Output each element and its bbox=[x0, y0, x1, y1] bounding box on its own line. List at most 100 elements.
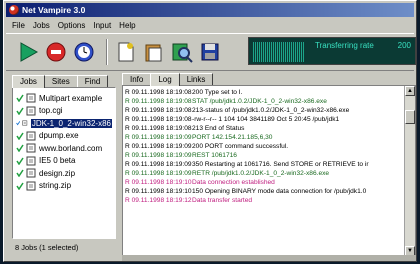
log-panel: R 09.11.1998 18:19:08 200 Type set to I. R… bbox=[122, 85, 416, 257]
save-icon bbox=[201, 43, 219, 61]
log-scrollbar[interactable]: ▲ ▼ bbox=[404, 86, 415, 256]
list-item[interactable]: string.zip bbox=[16, 180, 112, 193]
log-entry: R 09.11.1998 18:19:09 PORT 142.154.21.185… bbox=[125, 133, 403, 142]
tab-log[interactable]: Log bbox=[150, 73, 180, 86]
toolbar-separator bbox=[106, 39, 108, 65]
log-message: 150 Opening BINARY mode data connection … bbox=[192, 188, 367, 195]
log-entry: R 09.11.1998 18:19:09 200 PORT command su… bbox=[125, 142, 403, 151]
right-tab-strip: Info Log Links bbox=[122, 73, 214, 86]
log-entry: R 09.11.1998 18:19:10 150 Opening BINARY … bbox=[125, 187, 403, 196]
new-job-button[interactable] bbox=[114, 39, 138, 65]
paste-url-button[interactable] bbox=[142, 39, 166, 65]
file-icon bbox=[26, 106, 36, 116]
job-label: design.zip bbox=[39, 168, 76, 178]
menu-file[interactable]: File bbox=[12, 21, 25, 30]
status-check-icon bbox=[16, 107, 24, 115]
job-label: Multipart example bbox=[39, 93, 103, 103]
log-timestamp: R 09.11.1998 18:19:08 bbox=[125, 89, 192, 96]
log-entry: R 09.11.1998 18:19:09 RETR /pub/jdk1.0.2/… bbox=[125, 169, 403, 178]
log-message: STAT /pub/jdk1.0.2/JDK-1_0_2-win32-x86.e… bbox=[192, 98, 327, 105]
search-icon bbox=[172, 43, 193, 63]
paste-icon bbox=[145, 44, 162, 62]
log-message: PORT 142.154.21.185,6,30 bbox=[192, 134, 273, 141]
horizontal-scrollbar[interactable] bbox=[122, 255, 416, 261]
log-timestamp: R 09.11.1998 18:19:08 bbox=[125, 107, 192, 114]
log-timestamp: R 09.11.1998 18:19:08 bbox=[125, 125, 192, 132]
log-message: 213-status of /pub/jdk1.0.2/JDK-1_0_2-wi… bbox=[192, 107, 350, 114]
log-message: 213 End of Status bbox=[192, 125, 245, 132]
status-check-icon bbox=[16, 182, 24, 190]
status-check-icon bbox=[16, 121, 21, 126]
tab-sites[interactable]: Sites bbox=[43, 75, 78, 87]
file-icon bbox=[26, 143, 36, 153]
list-item[interactable]: Multipart example bbox=[16, 92, 112, 105]
log-entry: R 09.11.1998 18:19:08 -rw-r--r-- 1 104 10… bbox=[125, 115, 403, 124]
meter-label: Transferring rate bbox=[315, 41, 374, 50]
job-label: top.cgi bbox=[39, 106, 63, 116]
log-timestamp: R 09.11.1998 18:19:08 bbox=[125, 98, 192, 105]
status-check-icon bbox=[16, 157, 24, 165]
tab-find[interactable]: Find bbox=[76, 75, 109, 87]
log-timestamp: R 09.11.1998 18:19:09 bbox=[125, 143, 192, 150]
log-entry: R 09.11.1998 18:19:08 200 Type set to I. bbox=[125, 88, 403, 97]
log-message: 200 PORT command successful. bbox=[192, 143, 289, 150]
log-message: Data transfer started bbox=[192, 197, 253, 204]
app-window: Net Vampire 3.0 File Jobs Options Input … bbox=[3, 0, 417, 262]
tab-jobs[interactable]: Jobs bbox=[12, 75, 45, 88]
menu-bar: File Jobs Options Input Help bbox=[6, 19, 414, 31]
status-check-icon bbox=[16, 132, 24, 140]
log-entry: R 09.11.1998 18:19:12 Data transfer start… bbox=[125, 196, 403, 205]
start-button[interactable] bbox=[16, 39, 40, 65]
log-message: 350 Restarting at 1061716. Send STORE or… bbox=[192, 161, 369, 168]
job-label: string.zip bbox=[39, 181, 72, 191]
file-icon bbox=[22, 120, 28, 126]
list-item[interactable]: design.zip bbox=[16, 167, 112, 180]
log-timestamp: R 09.11.1998 18:19:10 bbox=[125, 179, 192, 186]
job-label: JDK-1_0_2-win32-x86 bbox=[30, 118, 112, 128]
log-message: REST 1061716 bbox=[192, 152, 237, 159]
meter-value: 200 bbox=[397, 41, 411, 50]
log-message: -rw-r--r-- 1 104 104 3841189 Oct 5 20:45… bbox=[192, 116, 340, 123]
file-icon bbox=[26, 181, 36, 191]
log-timestamp: R 09.11.1998 18:19:09 bbox=[125, 170, 192, 177]
menu-options[interactable]: Options bbox=[58, 21, 86, 30]
title-bar: Net Vampire 3.0 bbox=[6, 3, 414, 17]
list-item[interactable]: top.cgi bbox=[16, 105, 112, 118]
clock-icon bbox=[74, 42, 94, 62]
new-document-icon bbox=[118, 42, 134, 62]
transfer-rate-meter: Transferring rate 200 bbox=[248, 37, 416, 65]
log-timestamp: R 09.11.1998 18:19:09 bbox=[125, 134, 192, 141]
job-list: Multipart example top.cgi JDK-1_0_2-win32-… bbox=[12, 87, 116, 239]
list-item[interactable]: JDK-1_0_2-win32-x86 bbox=[16, 117, 112, 130]
log-message: 200 Type set to I. bbox=[192, 89, 243, 96]
log-timestamp: R 09.11.1998 18:19:10 bbox=[125, 188, 192, 195]
list-item[interactable]: IE5 0 beta bbox=[16, 155, 112, 168]
menu-jobs[interactable]: Jobs bbox=[33, 21, 50, 30]
stop-button[interactable] bbox=[44, 39, 68, 65]
log-message: Data connection established bbox=[192, 179, 275, 186]
schedule-button[interactable] bbox=[72, 39, 96, 65]
log-entry: R 09.11.1998 18:19:10 Data connection est… bbox=[125, 178, 403, 187]
log-entry: R 09.11.1998 18:19:08 213 End of Status bbox=[125, 124, 403, 133]
stop-icon bbox=[46, 42, 66, 62]
log-entry: R 09.11.1998 18:19:09 350 Restarting at 1… bbox=[125, 160, 403, 169]
list-item[interactable]: dpump.exe bbox=[16, 130, 112, 143]
log-timestamp: R 09.11.1998 18:19:12 bbox=[125, 197, 192, 204]
job-label: dpump.exe bbox=[39, 131, 79, 141]
file-icon bbox=[26, 156, 36, 166]
find-button[interactable] bbox=[170, 39, 194, 65]
tab-links[interactable]: Links bbox=[178, 73, 214, 85]
menu-input[interactable]: Input bbox=[93, 21, 111, 30]
scroll-up-button[interactable]: ▲ bbox=[405, 86, 415, 96]
left-tab-strip: Jobs Sites Find bbox=[12, 75, 109, 88]
tab-info[interactable]: Info bbox=[122, 73, 152, 85]
save-button[interactable] bbox=[198, 39, 222, 65]
scroll-thumb[interactable] bbox=[405, 110, 415, 124]
menu-help[interactable]: Help bbox=[119, 21, 135, 30]
status-check-icon bbox=[16, 94, 24, 103]
job-label: www.borland.com bbox=[39, 143, 103, 153]
list-item[interactable]: www.borland.com bbox=[16, 142, 112, 155]
log-message: RETR /pub/jdk1.0.2/JDK-1_0_2-win32-x86.e… bbox=[192, 170, 330, 177]
log-timestamp: R 09.11.1998 18:19:08 bbox=[125, 116, 192, 123]
log-timestamp: R 09.11.1998 18:19:09 bbox=[125, 152, 192, 159]
